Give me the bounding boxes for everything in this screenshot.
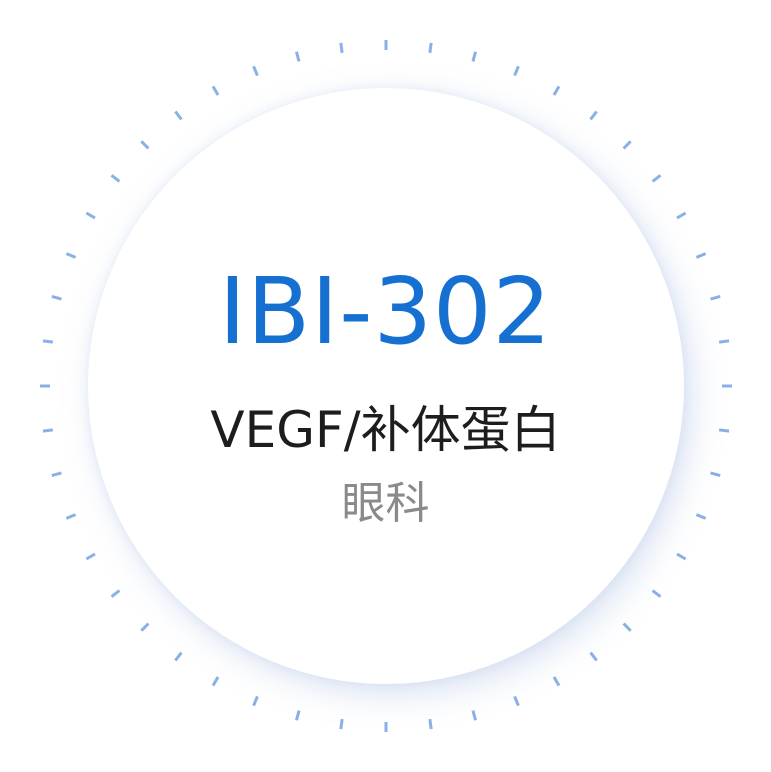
ring-tick: [140, 140, 150, 150]
ring-tick: [622, 140, 632, 150]
ring-tick: [211, 676, 220, 687]
ring-tick: [651, 589, 662, 598]
ring-tick: [622, 622, 632, 632]
ring-tick: [471, 710, 477, 721]
ring-tick: [339, 718, 344, 730]
ring-tick: [676, 552, 687, 561]
ring-tick: [428, 718, 433, 730]
ring-tick: [513, 65, 520, 77]
ring-tick: [110, 589, 121, 598]
ring-tick: [428, 42, 433, 54]
therapeutic-area: 眼科: [341, 478, 430, 529]
ring-tick: [174, 110, 183, 121]
ring-tick: [252, 65, 259, 77]
ring-tick: [589, 110, 598, 121]
ring-tick: [676, 211, 687, 220]
pipeline-card: IBI-302 VEGF/补体蛋白 眼科: [0, 0, 771, 772]
ring-tick: [211, 85, 220, 96]
ring-tick: [295, 51, 301, 62]
ring-tick: [589, 651, 598, 662]
ring-tick: [295, 710, 301, 721]
ring-tick: [513, 695, 520, 707]
ring-tick: [552, 676, 561, 687]
drug-target: VEGF/补体蛋白: [210, 401, 561, 459]
ring-tick: [651, 174, 662, 183]
ring-tick: [695, 252, 707, 259]
ring-tick: [471, 51, 477, 62]
ring-tick: [85, 211, 96, 220]
center-disc: [88, 88, 684, 684]
ring-tick: [65, 252, 77, 259]
ring-tick: [339, 42, 344, 54]
ring-tick: [174, 651, 183, 662]
ring-tick: [85, 552, 96, 561]
ring-tick: [252, 695, 259, 707]
ring-tick: [552, 85, 561, 96]
ring-tick: [110, 174, 121, 183]
drug-code: IBI-302: [218, 258, 553, 365]
ring-tick: [140, 622, 150, 632]
